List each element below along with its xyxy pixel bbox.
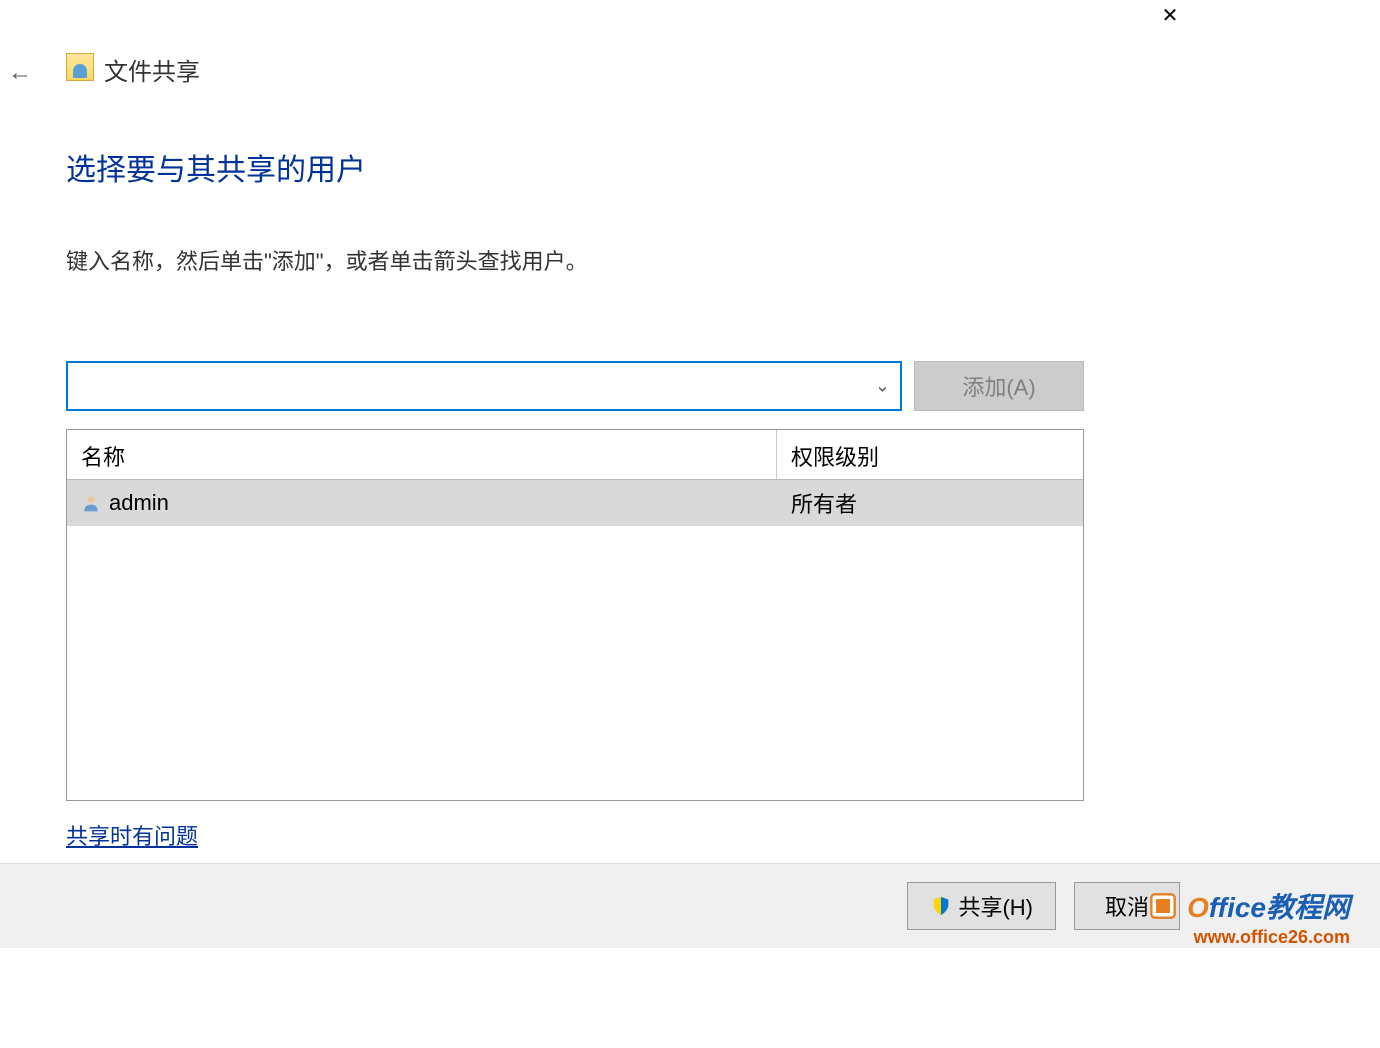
column-header-name[interactable]: 名称 (67, 430, 777, 479)
cell-name: admin (67, 480, 777, 526)
shield-icon (930, 895, 952, 917)
close-button[interactable]: ✕ (1150, 0, 1190, 30)
watermark-logo-icon (1149, 892, 1177, 927)
add-button-label: 添加(A) (962, 375, 1035, 400)
column-header-permission[interactable]: 权限级别 (777, 430, 1083, 479)
table-body: admin 所有者 (67, 480, 1083, 800)
instruction-text: 键入名称，然后单击"添加"，或者单击箭头查找用户。 (66, 244, 1260, 276)
user-input[interactable] (66, 361, 902, 411)
user-table: 名称 权限级别 admin 所有者 (66, 429, 1084, 801)
cancel-button-label: 取消 (1105, 895, 1149, 920)
content-area: 选择要与其共享的用户 键入名称，然后单击"添加"，或者单击箭头查找用户。 ⌄ 添… (66, 145, 1260, 851)
watermark-url: www.office26.com (1149, 927, 1350, 948)
cell-name-text: admin (109, 490, 169, 516)
watermark-title: Office教程网 (1149, 886, 1350, 927)
page-heading: 选择要与其共享的用户 (66, 145, 1260, 189)
cell-permission-text: 所有者 (791, 487, 857, 519)
add-button[interactable]: 添加(A) (914, 361, 1084, 411)
table-row[interactable]: admin 所有者 (67, 480, 1083, 526)
cell-permission: 所有者 (777, 480, 1083, 526)
watermark: Office教程网 www.office26.com (1149, 886, 1350, 948)
back-button[interactable]: ← (5, 58, 35, 88)
share-button-label: 共享(H) (958, 890, 1033, 922)
window-title: 文件共享 (104, 52, 200, 87)
user-combobox[interactable]: ⌄ (66, 361, 902, 411)
watermark-rest: ffice教程网 (1209, 892, 1350, 923)
table-header: 名称 权限级别 (67, 430, 1083, 480)
watermark-o: O (1187, 892, 1209, 923)
back-arrow-icon: ← (8, 59, 32, 87)
help-link[interactable]: 共享时有问题 (66, 819, 198, 851)
input-row: ⌄ 添加(A) (66, 361, 1260, 411)
file-sharing-icon (66, 53, 94, 81)
close-icon: ✕ (1162, 3, 1179, 28)
user-icon (81, 493, 101, 513)
share-button[interactable]: 共享(H) (907, 882, 1056, 930)
